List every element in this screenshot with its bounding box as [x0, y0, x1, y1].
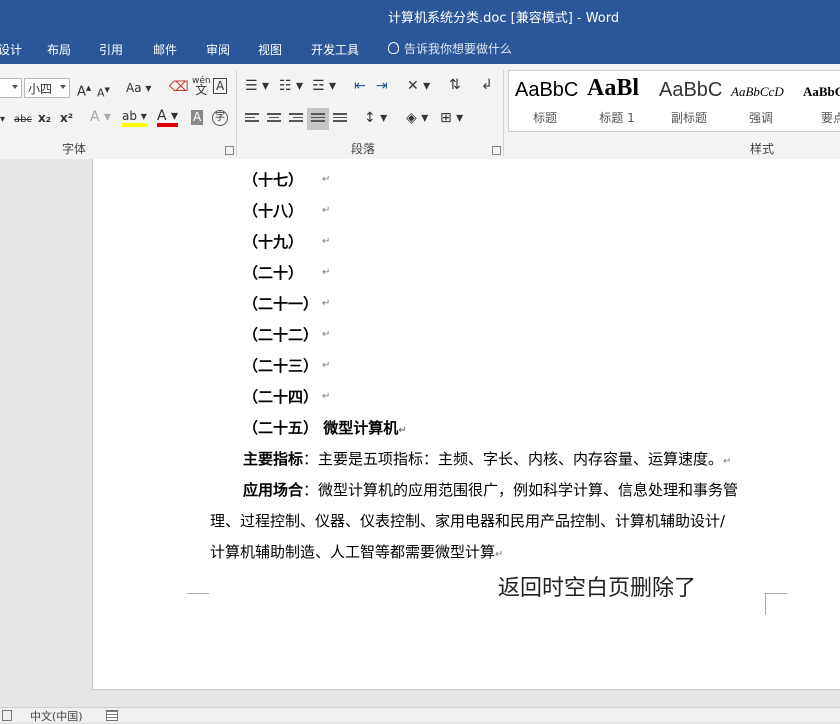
paragraph-mark: ↵ — [322, 174, 331, 185]
paragraph-dialog-launcher-icon[interactable] — [492, 146, 501, 155]
application-paragraph-line-3: 计算机辅助制造、人工智等都需要微型计算↵ — [210, 543, 504, 561]
caption-overlay: 返回时空白页删除了 — [498, 576, 697, 601]
tab-mailings[interactable]: 邮件 — [153, 41, 177, 58]
bold-button[interactable]: ▾ — [0, 112, 5, 128]
tab-developer[interactable]: 开发工具 — [311, 41, 359, 58]
group-divider — [503, 70, 504, 156]
style-title[interactable]: AaBbC 标题 — [509, 71, 581, 131]
sort-button[interactable]: ⇅ — [449, 77, 461, 93]
macro-record-icon[interactable] — [106, 710, 118, 721]
subscript-button[interactable]: x₂ — [38, 110, 51, 126]
heading-21: （二十一） — [243, 295, 319, 313]
heading-22: （二十二） — [243, 326, 319, 344]
heading-17: （十七） — [243, 171, 304, 189]
paragraph-mark: ↵ — [322, 360, 331, 371]
align-center-icon[interactable] — [267, 113, 281, 125]
status-bar: 中文(中国) — [0, 707, 840, 724]
application-paragraph-line-2: 理、过程控制、仪器、仪表控制、家用电器和民用产品控制、计算机辅助设计/ — [210, 512, 726, 530]
grow-font-button[interactable]: A▲ — [77, 80, 91, 100]
font-name-combo[interactable] — [0, 78, 22, 98]
tab-review[interactable]: 审阅 — [206, 41, 230, 58]
tab-layout[interactable]: 布局 — [47, 41, 71, 58]
paragraph-mark: ↵ — [322, 391, 331, 402]
paragraph-mark: ↵ — [322, 205, 331, 216]
heading-23: （二十三） — [243, 357, 319, 375]
enclose-characters-button[interactable]: 字 — [212, 110, 228, 126]
crop-mark-right — [765, 593, 787, 615]
font-color-button[interactable]: A ▾ — [157, 109, 179, 127]
styles-group-label: 样式 — [750, 142, 775, 156]
justify-icon — [311, 113, 325, 125]
style-heading-1[interactable]: AaBl 标题 1 — [581, 71, 653, 131]
application-paragraph-line-1: 应用场合：微型计算机的应用范围很广，例如科学计算、信息处理和事务管 — [243, 481, 739, 499]
paragraph-mark: ↵ — [322, 329, 331, 340]
show-marks-button[interactable]: ↲ — [481, 77, 493, 93]
heading-19: （十九） — [243, 233, 304, 251]
clear-formatting-icon[interactable]: ⌫ — [169, 79, 189, 95]
tab-design[interactable]: 设计 — [0, 41, 22, 58]
heading-24: （二十四） — [243, 388, 319, 406]
style-subtitle[interactable]: AaBbC 副标题 — [653, 71, 725, 131]
distributed-icon[interactable] — [333, 113, 347, 125]
ribbon-tabs: 设计 布局 引用 邮件 审阅 视图 开发工具 告诉我你想要做什么 — [0, 34, 840, 64]
font-group-label: 字体 — [62, 142, 87, 156]
main-indicators-paragraph: 主要指标：主要是五项指标：主频、字长、内核、内存容量、运算速度。↵ — [243, 450, 732, 468]
font-dialog-launcher-icon[interactable] — [225, 146, 234, 155]
strikethrough-button[interactable]: abc — [14, 112, 32, 128]
tab-view[interactable]: 视图 — [258, 41, 282, 58]
heading-18: （十八） — [243, 202, 304, 220]
chinese-layout-button[interactable]: ✕ ▾ — [407, 78, 430, 94]
highlight-button[interactable]: ab ▾ — [122, 109, 147, 127]
paragraph-mark: ↵ — [322, 267, 331, 278]
character-shading-button[interactable]: A — [191, 110, 204, 125]
paragraph-mark: ↵ — [322, 298, 331, 309]
tell-me-search[interactable]: 告诉我你想要做什么 — [388, 40, 512, 57]
style-strong[interactable]: AaBbC 要点 — [797, 71, 840, 131]
font-size-combo[interactable]: 小四 — [24, 78, 70, 98]
font-size-value: 小四 — [28, 82, 53, 96]
paragraph-mark: ↵ — [322, 236, 331, 247]
paragraph-group-label: 段落 — [351, 142, 376, 156]
group-divider — [236, 70, 237, 156]
crop-mark-left — [187, 593, 209, 615]
numbering-button[interactable]: ☷ ▾ — [279, 78, 303, 94]
phonetic-guide-button[interactable]: wén 文 — [192, 77, 211, 97]
change-case-button[interactable]: Aa ▾ — [126, 80, 151, 96]
decrease-indent-button[interactable]: ⇤ — [354, 78, 366, 94]
increase-indent-button[interactable]: ⇥ — [376, 78, 388, 94]
language-indicator[interactable]: 中文(中国) — [30, 708, 83, 724]
proofing-icon[interactable] — [2, 710, 12, 721]
window-title: 计算机系统分类.doc [兼容模式] - Word — [388, 11, 620, 26]
heading-20: （二十） — [243, 264, 304, 282]
multilevel-list-button[interactable]: ☲ ▾ — [312, 78, 336, 94]
styles-gallery: AaBbC 标题 AaBl 标题 1 AaBbC 副标题 AaBbCcD 强调 … — [508, 70, 840, 132]
tell-me-label: 告诉我你想要做什么 — [404, 42, 513, 56]
heading-25: （二十五） 微型计算机↵ — [243, 419, 407, 437]
shrink-font-button[interactable]: A▼ — [97, 82, 110, 102]
title-bar: 计算机系统分类.doc [兼容模式] - Word — [0, 0, 840, 34]
character-border-button[interactable]: A — [213, 78, 228, 94]
borders-button[interactable]: ⊞ ▾ — [440, 110, 463, 126]
text-effects-button[interactable]: A ▾ — [90, 109, 111, 125]
style-emphasis[interactable]: AaBbCcD 强调 — [725, 71, 797, 131]
line-spacing-button[interactable]: ↕ ▾ — [364, 110, 387, 126]
tab-references[interactable]: 引用 — [99, 41, 123, 58]
align-left-icon[interactable] — [245, 113, 259, 125]
align-right-icon[interactable] — [289, 113, 303, 125]
shading-button[interactable]: ◈ ▾ — [406, 110, 428, 126]
lightbulb-icon — [388, 42, 399, 54]
superscript-button[interactable]: x² — [60, 110, 73, 126]
bullets-button[interactable]: ☰ ▾ — [245, 78, 269, 94]
justify-button[interactable] — [307, 108, 329, 130]
